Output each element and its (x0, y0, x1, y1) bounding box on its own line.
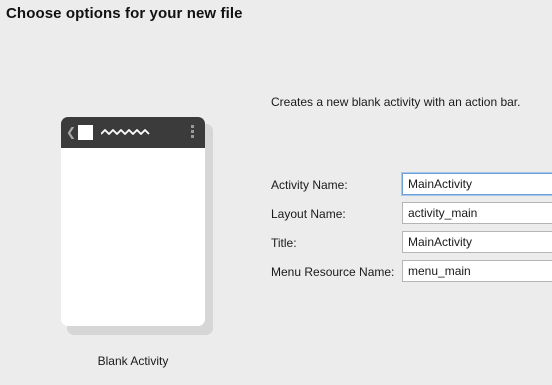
overflow-menu-icon (191, 125, 194, 140)
menu-resource-name-input[interactable] (402, 260, 552, 282)
preview-action-bar: ❮ (61, 117, 205, 148)
layout-name-input[interactable] (402, 202, 552, 224)
layout-name-label: Layout Name: (271, 207, 346, 221)
template-description: Creates a new blank activity with an act… (271, 95, 521, 109)
new-file-options-page: Choose options for your new file ❮ Blank… (0, 0, 552, 385)
activity-name-input[interactable] (402, 173, 552, 195)
title-input[interactable] (402, 231, 552, 253)
template-name: Blank Activity (97, 354, 169, 368)
app-icon (78, 125, 93, 140)
title-squiggle-icon (101, 129, 150, 135)
template-preview[interactable]: ❮ (61, 117, 205, 326)
title-label: Title: (271, 236, 297, 250)
back-chevron-icon: ❮ (66, 125, 77, 139)
activity-name-label: Activity Name: (271, 178, 348, 192)
page-title: Choose options for your new file (6, 5, 243, 22)
menu-resource-name-label: Menu Resource Name: (271, 265, 395, 279)
